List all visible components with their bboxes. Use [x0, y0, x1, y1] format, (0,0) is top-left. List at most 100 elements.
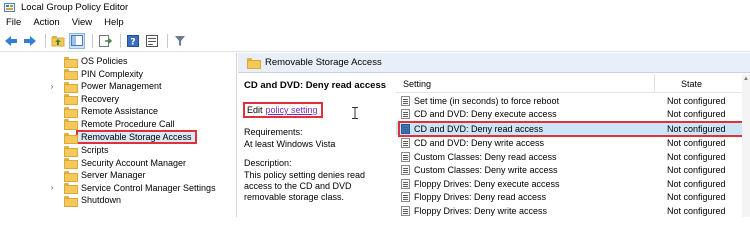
tree-item-label: Power Management: [81, 81, 162, 92]
filter-icon[interactable]: [172, 33, 188, 49]
requirements-label: Requirements:: [244, 127, 303, 137]
folder-icon: [64, 170, 78, 182]
toolbar-separator: [45, 33, 46, 48]
chevron-right-icon[interactable]: ›: [47, 82, 57, 91]
window-title: Local Group Policy Editor: [21, 2, 129, 13]
content-header: Removable Storage Access: [238, 53, 750, 73]
vertical-scrollbar[interactable]: [742, 74, 750, 217]
edit-policy-setting-link[interactable]: policy setting: [266, 105, 318, 115]
tree-item-remote-procedure-call[interactable]: Remote Procedure Call: [0, 118, 175, 131]
column-header-state[interactable]: State: [681, 79, 702, 89]
tree-item-os-policies[interactable]: OS Policies: [0, 55, 128, 68]
folder-icon: [64, 158, 78, 170]
tree-item-label: Remote Procedure Call: [81, 118, 175, 129]
tree-item-label: Security Account Manager: [81, 157, 187, 168]
menu-action[interactable]: Action: [27, 17, 65, 28]
svg-text:?: ?: [130, 37, 135, 47]
tree-item-label: Scripts: [81, 145, 109, 156]
content-header-title: Removable Storage Access: [265, 57, 382, 68]
list-item[interactable]: Custom Classes: Deny read access Not con…: [396, 150, 750, 163]
tree-item-pin-complexity[interactable]: PIN Complexity: [0, 68, 144, 81]
folder-icon: [64, 132, 78, 144]
tree-item-service-control-manager-settings[interactable]: › Service Control Manager Settings: [0, 182, 216, 195]
list-header: Setting State: [396, 74, 750, 93]
policy-setting-icon: [401, 138, 410, 148]
tree-item-label: Server Manager: [81, 170, 146, 181]
tree-item-scripts[interactable]: Scripts: [0, 144, 109, 157]
list-item[interactable]: CD and DVD: Deny execute access Not conf…: [396, 108, 750, 121]
export-list-icon[interactable]: [97, 33, 113, 49]
list-item[interactable]: Floppy Drives: Deny execute access Not c…: [396, 177, 750, 190]
setting-name: Custom Classes: Deny write access: [414, 165, 558, 175]
menu-view[interactable]: View: [66, 17, 98, 28]
menu-file[interactable]: File: [0, 17, 27, 28]
tree-item-power-management[interactable]: › Power Management: [0, 80, 162, 93]
tree-item-security-account-manager[interactable]: Security Account Manager: [0, 157, 187, 170]
show-hide-tree-icon[interactable]: [69, 32, 85, 49]
toolbar-separator: [120, 33, 121, 48]
folder-icon: [64, 119, 78, 131]
list-item[interactable]: Floppy Drives: Deny write access Not con…: [396, 204, 750, 217]
menu-bar: File Action View Help: [0, 15, 750, 30]
setting-state: Not configured: [667, 165, 726, 175]
tree-item-recovery[interactable]: Recovery: [0, 93, 120, 106]
setting-state: Not configured: [667, 109, 726, 119]
policy-title: CD and DVD: Deny read access: [244, 80, 387, 91]
description-label: Description:: [244, 158, 292, 168]
folder-icon: [64, 106, 78, 118]
tree-item-removable-storage-access[interactable]: Removable Storage Access: [0, 130, 197, 145]
policy-setting-icon: [401, 109, 410, 119]
forward-icon[interactable]: [22, 33, 38, 49]
policy-setting-icon: [401, 205, 410, 216]
tree-item-label: Service Control Manager Settings: [81, 182, 216, 193]
tree-item-label: Remote Assistance: [81, 106, 159, 117]
tree-item-label: OS Policies: [81, 56, 128, 67]
column-header-setting[interactable]: Setting: [403, 79, 431, 89]
folder-icon: [64, 195, 78, 207]
scroll-up-icon[interactable]: ▲: [743, 76, 749, 82]
folder-icon: [64, 81, 78, 93]
settings-list: Setting State Set time (in seconds) to f…: [396, 74, 750, 217]
setting-state: Not configured: [667, 138, 726, 148]
edit-policy-highlight: Edit policy setting: [243, 102, 323, 118]
folder-icon: [64, 69, 78, 81]
folder-icon: [64, 183, 78, 195]
tree-item-label: PIN Complexity: [81, 68, 144, 79]
tree-item-label: Removable Storage Access: [76, 130, 197, 145]
list-item[interactable]: Set time (in seconds) to force reboot No…: [396, 94, 750, 107]
properties-icon[interactable]: [144, 33, 160, 49]
setting-name: Floppy Drives: Deny write access: [414, 205, 548, 216]
help-icon[interactable]: ?: [125, 33, 141, 49]
column-divider[interactable]: [654, 74, 655, 93]
tree-item-shutdown[interactable]: Shutdown: [0, 194, 122, 207]
list-item[interactable]: Custom Classes: Deny write access Not co…: [396, 164, 750, 177]
list-item[interactable]: Floppy Drives: Deny read access Not conf…: [396, 191, 750, 204]
text-cursor-icon: [352, 107, 358, 119]
navigation-tree: OS Policies PIN Complexity › Power Manag…: [0, 53, 237, 217]
setting-name: Floppy Drives: Deny execute access: [414, 178, 560, 189]
tree-item-label: Recovery: [81, 93, 120, 104]
setting-name: Floppy Drives: Deny read access: [414, 192, 547, 202]
selected-row-highlight: [398, 121, 746, 137]
up-folder-icon[interactable]: [50, 33, 66, 49]
chevron-right-icon[interactable]: ›: [47, 183, 57, 192]
tree-item-server-manager[interactable]: Server Manager: [0, 169, 146, 182]
tree-item-label: Shutdown: [81, 195, 122, 206]
policy-setting-icon: [401, 165, 410, 175]
list-item[interactable]: CD and DVD: Deny write access Not config…: [396, 137, 750, 150]
back-icon[interactable]: [3, 33, 19, 49]
folder-icon: [64, 145, 78, 157]
setting-name: Custom Classes: Deny read access: [414, 151, 557, 162]
tree-item-remote-assistance[interactable]: Remote Assistance: [0, 105, 159, 118]
policy-setting-icon: [401, 95, 410, 106]
edit-prefix: Edit: [247, 105, 263, 115]
setting-state: Not configured: [667, 151, 726, 162]
policy-setting-icon: [401, 192, 410, 202]
policy-detail-pane: CD and DVD: Deny read access Edit policy…: [238, 74, 390, 217]
setting-name: CD and DVD: Deny execute access: [414, 109, 557, 119]
policy-setting-icon: [401, 178, 410, 189]
setting-name: CD and DVD: Deny write access: [414, 138, 545, 148]
folder-icon: [247, 58, 261, 69]
menu-help[interactable]: Help: [98, 17, 130, 28]
setting-state: Not configured: [667, 205, 726, 216]
